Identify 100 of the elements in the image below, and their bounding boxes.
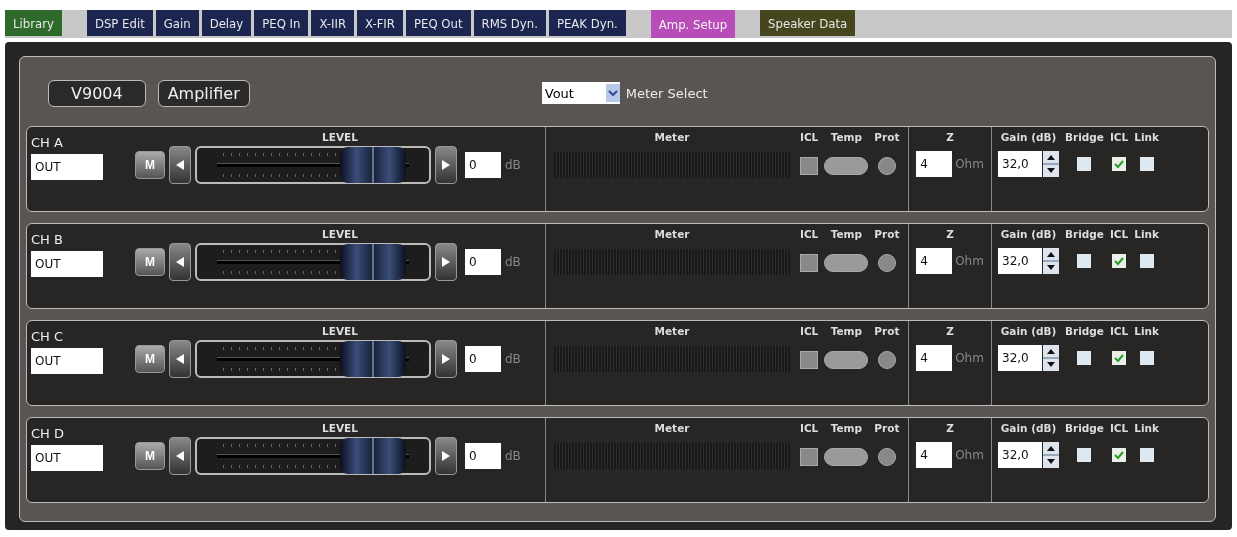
prot-indicator	[877, 351, 896, 369]
level-slider[interactable]	[195, 437, 431, 475]
decrease-button[interactable]	[169, 437, 191, 475]
meter-heading: Meter	[654, 325, 690, 337]
spinner-arrows-icon[interactable]	[1043, 345, 1059, 371]
icl-heading: ICL	[1109, 131, 1129, 143]
decrease-button[interactable]	[169, 146, 191, 184]
device-type-label: Amplifier	[157, 79, 250, 107]
mute-button[interactable]: M	[135, 151, 165, 179]
tab[interactable]: X-FIR	[357, 10, 403, 36]
bridge-checkbox[interactable]	[1077, 254, 1092, 268]
spinner-arrows-icon[interactable]	[1043, 248, 1059, 274]
tab[interactable]: RMS Dyn.	[473, 10, 546, 36]
increase-button[interactable]	[435, 437, 457, 475]
link-heading: Link	[1134, 131, 1159, 143]
link-checkbox[interactable]	[1139, 351, 1154, 365]
link-heading: Link	[1134, 325, 1159, 337]
icl-checkbox[interactable]	[1112, 254, 1127, 268]
bridge-checkbox[interactable]	[1077, 448, 1092, 462]
ohm-unit-label: Ohm	[955, 351, 984, 365]
bridge-heading: Bridge	[1065, 131, 1104, 143]
mute-button[interactable]: M	[135, 442, 165, 470]
impedance-field[interactable]: 4	[916, 345, 953, 371]
meter-heading: Meter	[654, 422, 690, 434]
slider-thumb[interactable]	[339, 341, 406, 377]
icl-checkbox[interactable]	[1112, 351, 1127, 365]
channel-name: CH B	[31, 232, 64, 247]
tab[interactable]: Speaker Data	[760, 10, 856, 36]
tab[interactable]: Amp. Setup	[650, 10, 736, 38]
prot-heading: Prot	[874, 228, 900, 240]
spinner-arrows-icon[interactable]	[1043, 442, 1059, 468]
temp-indicator	[824, 351, 869, 369]
tab[interactable]: Library	[5, 10, 62, 36]
left-triangle-icon	[175, 353, 185, 365]
temp-heading: Temp	[830, 228, 862, 240]
impedance-heading: Z	[946, 228, 954, 240]
ohm-unit-label: Ohm	[955, 448, 984, 462]
right-triangle-icon	[441, 256, 451, 268]
increase-button[interactable]	[435, 146, 457, 184]
slider-thumb[interactable]	[339, 147, 406, 183]
icl-checkbox[interactable]	[1112, 448, 1127, 462]
gain-field[interactable]: 32,0	[998, 442, 1042, 468]
bridge-checkbox[interactable]	[1077, 157, 1092, 171]
decrease-button[interactable]	[169, 243, 191, 281]
check-icon	[1114, 256, 1125, 266]
decrease-button[interactable]	[169, 340, 191, 378]
dropdown-chevron-icon	[605, 84, 620, 102]
gain-field[interactable]: 32,0	[998, 345, 1042, 371]
check-icon	[1114, 353, 1125, 363]
impedance-field[interactable]: 4	[916, 442, 953, 468]
link-checkbox[interactable]	[1139, 157, 1154, 171]
output-name-field[interactable]: OUT	[31, 251, 103, 277]
icl-heading: ICL	[1109, 228, 1129, 240]
output-name-field[interactable]: OUT	[31, 154, 103, 180]
mute-button[interactable]: M	[135, 345, 165, 373]
spinner-arrows-icon[interactable]	[1043, 151, 1059, 177]
link-checkbox[interactable]	[1139, 254, 1154, 268]
mute-button[interactable]: M	[135, 248, 165, 276]
temp-heading: Temp	[830, 131, 862, 143]
tab[interactable]: Gain	[155, 10, 199, 36]
db-unit-label: dB	[505, 352, 521, 366]
temp-indicator	[824, 157, 869, 175]
slider-thumb[interactable]	[339, 244, 406, 280]
level-slider[interactable]	[195, 146, 431, 184]
level-value-field[interactable]: 0	[465, 152, 501, 178]
tab[interactable]: PEQ In	[254, 10, 309, 36]
level-value-field[interactable]: 0	[465, 249, 501, 275]
channel-name: CH A	[31, 135, 64, 150]
link-checkbox[interactable]	[1139, 448, 1154, 462]
prot-heading: Prot	[874, 131, 900, 143]
output-name-field[interactable]: OUT	[31, 348, 103, 374]
level-slider[interactable]	[195, 340, 431, 378]
check-icon	[1114, 450, 1125, 460]
level-heading: LEVEL	[322, 228, 358, 240]
icl-checkbox[interactable]	[1112, 157, 1127, 171]
level-value-field[interactable]: 0	[465, 346, 501, 372]
increase-button[interactable]	[435, 340, 457, 378]
bridge-checkbox[interactable]	[1077, 351, 1092, 365]
tab[interactable]: PEQ Out	[405, 10, 471, 36]
meter-select-dropdown[interactable]: Vout	[541, 82, 620, 104]
impedance-field[interactable]: 4	[916, 151, 953, 177]
increase-button[interactable]	[435, 243, 457, 281]
level-slider[interactable]	[195, 243, 431, 281]
prot-indicator	[877, 157, 896, 175]
gain-field[interactable]: 32,0	[998, 248, 1042, 274]
tab[interactable]: X-IIR	[311, 10, 355, 36]
bridge-heading: Bridge	[1065, 325, 1104, 337]
impedance-field[interactable]: 4	[916, 248, 953, 274]
gain-field[interactable]: 32,0	[998, 151, 1042, 177]
icl-heading: ICL	[800, 422, 819, 434]
temp-heading: Temp	[830, 422, 862, 434]
temp-indicator	[824, 448, 869, 466]
link-heading: Link	[1134, 228, 1159, 240]
output-name-field[interactable]: OUT	[31, 445, 103, 471]
impedance-heading: Z	[946, 131, 954, 143]
tab[interactable]: PEAK Dyn.	[548, 10, 626, 36]
tab[interactable]: DSP Edit	[86, 10, 153, 36]
level-value-field[interactable]: 0	[465, 443, 501, 469]
tab[interactable]: Delay	[201, 10, 252, 36]
slider-thumb[interactable]	[339, 438, 406, 474]
